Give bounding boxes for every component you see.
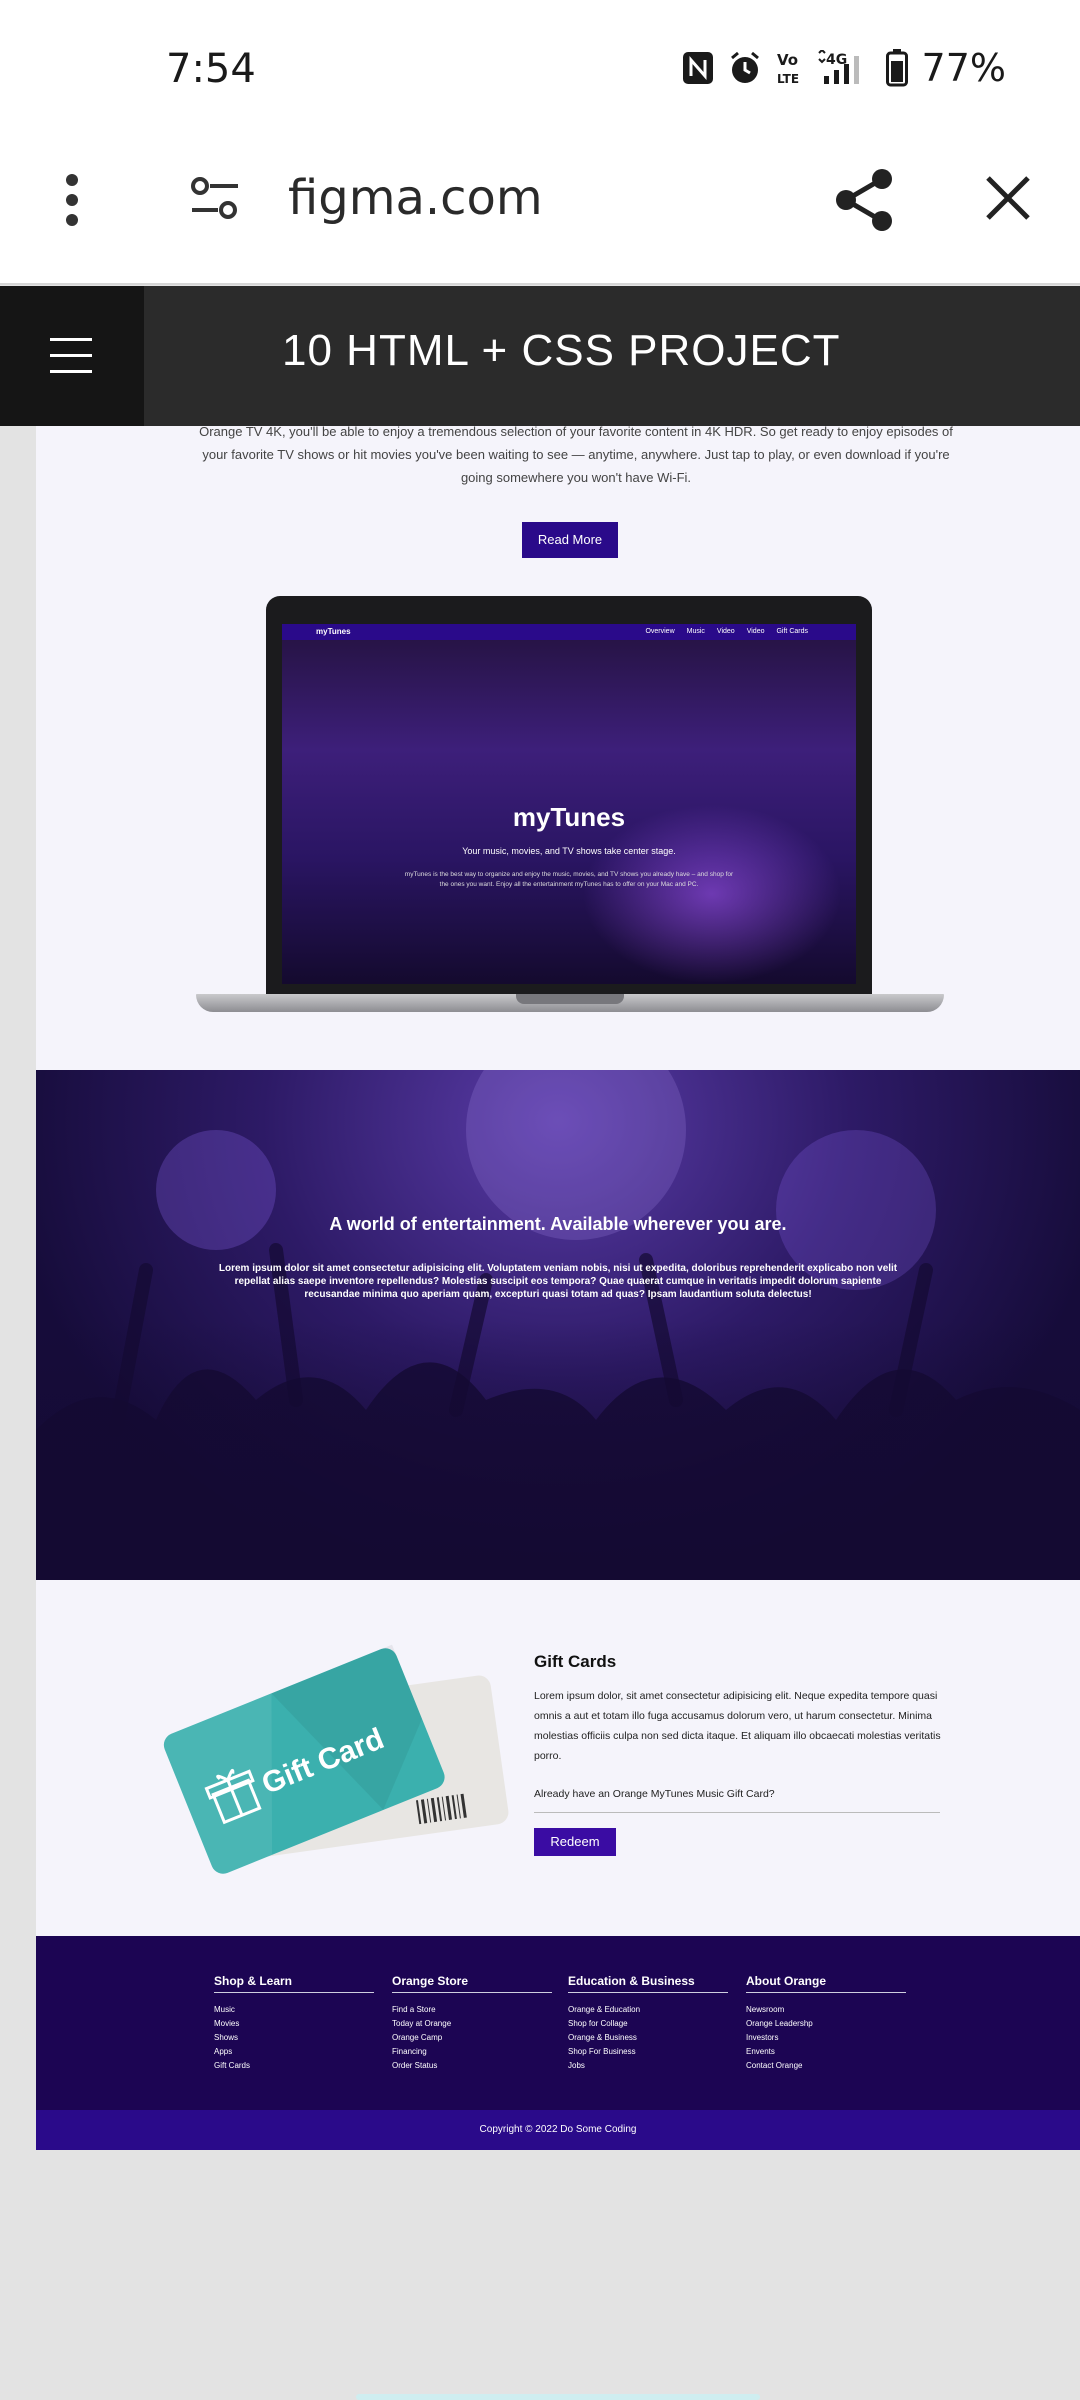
entertainment-section: A world of entertainment. Available wher… <box>36 1070 1080 1580</box>
mock-body: myTunes is the best way to organize and … <box>404 871 734 888</box>
footer-link[interactable]: Shop for Collage <box>568 2017 728 2031</box>
mock-nav-item: Music <box>686 628 705 635</box>
footer-column-shop-learn: Shop & Learn Music Movies Shows Apps Gif… <box>214 1974 374 2073</box>
mock-nav-item: Video <box>716 628 735 635</box>
footer-link[interactable]: Orange Camp <box>392 2031 552 2045</box>
copyright: Copyright © 2022 Do Some Coding <box>36 2110 1080 2150</box>
footer-link[interactable]: Apps <box>214 2045 374 2059</box>
footer-link[interactable]: Jobs <box>568 2059 728 2073</box>
divider <box>534 1812 940 1813</box>
mock-nav-item: Overview <box>645 628 675 635</box>
menu-button[interactable] <box>0 286 144 426</box>
footer-link[interactable]: Shop For Business <box>568 2045 728 2059</box>
site-header: 10 HTML + CSS PROJECT <box>0 286 1080 426</box>
hamburger-icon <box>50 338 92 341</box>
gift-card-prompt: Already have an Orange MyTunes Music Gif… <box>534 1788 775 1800</box>
crowd-overlay <box>36 1320 1080 1580</box>
nfc-icon <box>682 52 713 84</box>
hamburger-icon <box>50 370 92 373</box>
volte-icon: Vo LTE <box>777 51 799 86</box>
laptop-screen: myTunes Overview Music Video Video Gift … <box>282 624 856 984</box>
footer-column-title: Education & Business <box>568 1974 728 1993</box>
mock-nav-item: Video <box>746 628 765 635</box>
gift-card-image: Gift Card <box>160 1644 509 1878</box>
footer-column-title: Shop & Learn <box>214 1974 374 1993</box>
gift-cards-heading: Gift Cards <box>534 1652 617 1671</box>
mock-nav-item: Gift Cards <box>776 628 808 635</box>
more-options-icon[interactable] <box>60 172 84 228</box>
footer-column-title: About Orange <box>746 1974 906 1993</box>
laptop-mockup-image: myTunes Overview Music Video Video Gift … <box>196 596 944 1036</box>
footer-link[interactable]: Envents <box>746 2045 906 2059</box>
footer-link[interactable]: Investors <box>746 2031 906 2045</box>
svg-text:LTE: LTE <box>777 72 799 86</box>
site-title: 10 HTML + CSS PROJECT <box>282 326 841 375</box>
mock-title: myTunes <box>512 802 626 832</box>
status-icons: Vo LTE 4G 77% <box>682 46 1006 90</box>
status-bar: 7:54 Vo LTE 4G 77% <box>0 0 1080 140</box>
footer-link[interactable]: Orange & Education <box>568 2003 728 2017</box>
gift-cards-text: Lorem ipsum dolor, sit amet consectetur … <box>534 1690 941 1762</box>
footer-link[interactable]: Shows <box>214 2031 374 2045</box>
footer-column-title: Orange Store <box>392 1974 552 1993</box>
read-more-button[interactable]: Read More <box>522 522 618 558</box>
mock-nav-links: Overview Music Video Video Gift Cards <box>645 628 808 635</box>
laptop-notch <box>516 994 624 1004</box>
browser-toolbar: figma.com <box>0 140 1080 285</box>
footer-link[interactable]: Music <box>214 2003 374 2017</box>
svg-text:Vo: Vo <box>777 51 798 69</box>
battery-percentage: 77% <box>921 46 1006 90</box>
alarm-icon <box>730 51 759 83</box>
footer-column-orange-store: Orange Store Find a Store Today at Orang… <box>392 1974 552 2073</box>
signal-4g-icon: 4G <box>817 50 859 84</box>
web-page: Orange TV 4K, you'll be able to enjoy a … <box>36 286 1080 2150</box>
footer-link[interactable]: Find a Store <box>392 2003 552 2017</box>
mock-subtitle: Your music, movies, and TV shows take ce… <box>462 846 676 856</box>
redeem-button[interactable]: Redeem <box>534 1828 616 1856</box>
footer-column-about-orange: About Orange Newsroom Orange Leadershp I… <box>746 1974 906 2073</box>
footer-link[interactable]: Gift Cards <box>214 2059 374 2073</box>
gift-cards-section: Gift Card Gift Cards Lorem ipsum dolor, … <box>36 1580 1080 1936</box>
footer-link[interactable]: Newsroom <box>746 2003 906 2017</box>
site-settings-icon[interactable] <box>190 176 240 222</box>
battery-icon <box>885 49 908 87</box>
entertainment-heading: A world of entertainment. Available wher… <box>329 1214 787 1234</box>
site-footer: Shop & Learn Music Movies Shows Apps Gif… <box>36 1936 1080 2110</box>
hamburger-icon <box>50 354 92 357</box>
mock-brand: myTunes <box>316 627 351 636</box>
footer-link[interactable]: Movies <box>214 2017 374 2031</box>
footer-link[interactable]: Orange & Business <box>568 2031 728 2045</box>
url-text[interactable]: figma.com <box>288 170 543 226</box>
footer-link[interactable]: Today at Orange <box>392 2017 552 2031</box>
gesture-bar <box>356 2394 760 2400</box>
footer-link[interactable]: Orange Leadershp <box>746 2017 906 2031</box>
footer-link[interactable]: Order Status <box>392 2059 552 2073</box>
footer-column-education-business: Education & Business Orange & Education … <box>568 1974 728 2073</box>
mock-navbar: myTunes Overview Music Video Video Gift … <box>282 624 856 640</box>
status-time: 7:54 <box>166 46 256 92</box>
footer-link[interactable]: Financing <box>392 2045 552 2059</box>
footer-link[interactable]: Contact Orange <box>746 2059 906 2073</box>
entertainment-text: Lorem ipsum dolor sit amet consectetur a… <box>218 1263 898 1300</box>
intro-paragraph: Orange TV 4K, you'll be able to enjoy a … <box>199 424 953 485</box>
close-icon[interactable] <box>984 174 1032 222</box>
share-icon[interactable] <box>834 168 894 232</box>
